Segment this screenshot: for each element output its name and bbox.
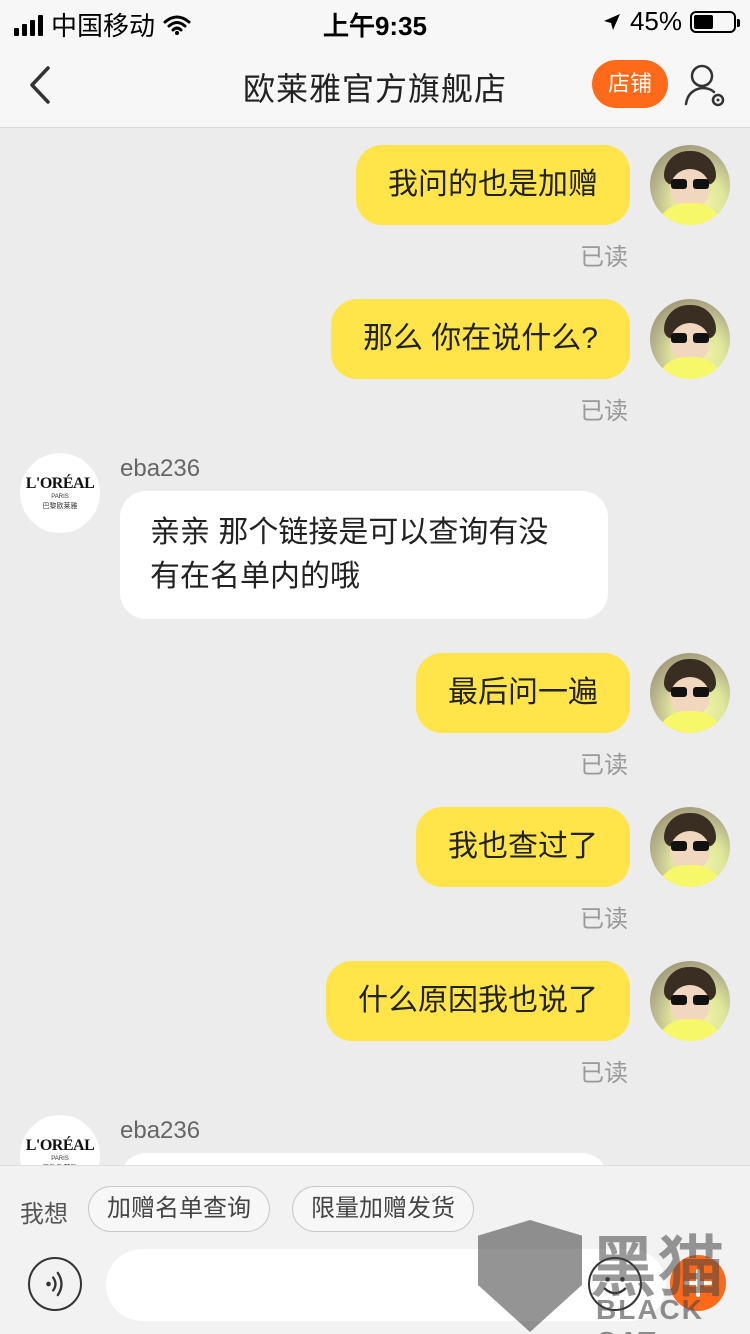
- plus-icon[interactable]: [670, 1255, 726, 1311]
- emoji-icon[interactable]: [588, 1257, 642, 1311]
- quick-reply-gift-list-query[interactable]: 加赠名单查询: [88, 1186, 270, 1232]
- message-input[interactable]: [106, 1249, 666, 1321]
- quick-replies-bar: 我想 加赠名单查询 限量加赠发货: [0, 1165, 750, 1247]
- read-status: 已读: [580, 752, 628, 779]
- store-logo-text: L'ORÉAL: [25, 1137, 95, 1154]
- store-logo-city: PARIS: [51, 1156, 69, 1162]
- my-message-bubble[interactable]: 最后问一遍: [416, 653, 630, 733]
- store-button[interactable]: 店铺: [592, 60, 668, 108]
- store-avatar[interactable]: L'ORÉAL PARIS 巴黎欧莱雅: [20, 1115, 100, 1165]
- nav-bar: 欧莱雅官方旗舰店 店铺: [0, 42, 750, 128]
- my-avatar[interactable]: [650, 653, 730, 733]
- read-status: 已读: [580, 906, 628, 933]
- status-bar: 中国移动 上午9:35 45%: [0, 0, 750, 42]
- my-message-bubble[interactable]: 我也查过了: [416, 807, 630, 887]
- battery-percent: 45%: [629, 6, 682, 36]
- my-avatar[interactable]: [650, 145, 730, 225]
- store-message-bubble[interactable]: 亲亲 那个链接是可以查询有没有在名单内的哦: [120, 491, 608, 619]
- store-logo-text: L'ORÉAL: [25, 475, 95, 492]
- chat-area[interactable]: 我问的也是加赠 已读 那么 你在说什么? 已读 L'ORÉAL PARIS 巴黎…: [0, 129, 750, 1165]
- my-message-bubble[interactable]: 那么 你在说什么?: [330, 299, 630, 379]
- input-bar: [0, 1247, 750, 1334]
- store-logo-cn: 巴黎欧莱雅: [42, 503, 78, 510]
- quick-reply-limited-gift-shipping[interactable]: 限量加赠发货: [292, 1186, 474, 1232]
- user-settings-icon[interactable]: [682, 60, 728, 110]
- read-status: 已读: [580, 244, 628, 271]
- my-message-bubble[interactable]: 我问的也是加赠: [356, 145, 630, 225]
- voice-input-icon[interactable]: [28, 1257, 82, 1311]
- my-avatar[interactable]: [650, 807, 730, 887]
- read-status: 已读: [580, 1060, 628, 1087]
- store-avatar[interactable]: L'ORÉAL PARIS 巴黎欧莱雅: [20, 453, 100, 533]
- sender-name: eba236: [120, 455, 201, 482]
- my-message-bubble[interactable]: 什么原因我也说了: [326, 961, 630, 1041]
- read-status: 已读: [580, 398, 628, 425]
- quick-replies-label: 我想: [20, 1201, 68, 1228]
- store-logo-city: PARIS: [51, 494, 69, 500]
- my-avatar[interactable]: [650, 961, 730, 1041]
- status-right: 45%: [602, 6, 740, 37]
- my-avatar[interactable]: [650, 299, 730, 379]
- store-message-bubble[interactable]: [120, 1153, 608, 1165]
- location-arrow-icon: [603, 13, 620, 30]
- battery-icon: [690, 10, 740, 33]
- sender-name: eba236: [120, 1117, 201, 1144]
